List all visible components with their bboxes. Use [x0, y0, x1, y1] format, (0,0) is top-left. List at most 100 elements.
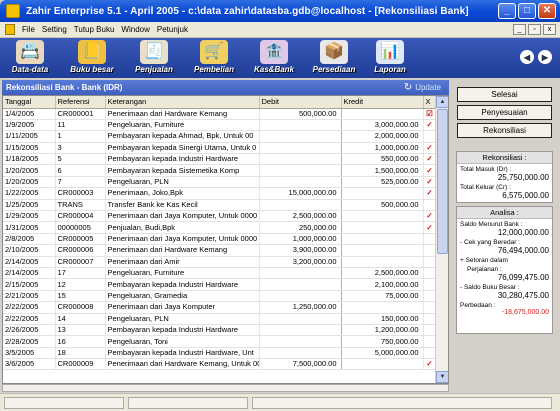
vertical-scrollbar[interactable]: ▲ ▼	[435, 96, 448, 383]
col-tanggal[interactable]: Tanggal	[3, 96, 56, 109]
cell-referensi: 16	[55, 335, 106, 348]
cell-tanggal: 2/14/2005	[3, 267, 56, 280]
table-row[interactable]: 1/22/2005 CR000003 Penerimaan, Joko,Bpk 15,…	[3, 187, 437, 200]
menu-app-icon[interactable]	[5, 24, 15, 35]
rekonsiliasi-button[interactable]: Rekonsiliasi	[457, 123, 552, 138]
table-row[interactable]: 2/14/2005 17 Pengeluaran, Furniture 2,500,0…	[3, 267, 437, 280]
cell-tanggal: 2/10/2005	[3, 244, 56, 257]
cell-kredit: 525,000.00	[341, 176, 424, 189]
cell-keterangan: Pembayaran kepada Ahmad, Bpk, Untuk 00	[105, 130, 260, 143]
cell-tanggal: 2/8/2005	[3, 233, 56, 246]
cell-keterangan: Penjualan, Budi,Bpk	[105, 221, 260, 234]
cell-debit	[258, 164, 342, 177]
table-row[interactable]: 1/29/2005 CR000004 Penerimaan dari Jaya Ko…	[3, 210, 437, 223]
maximize-button[interactable]: □	[518, 3, 536, 19]
table-row[interactable]: 2/14/2005 CR000007 Penerimaan dari Amir 3,2…	[3, 256, 437, 268]
cell-debit: 1,250,000.00	[258, 301, 342, 314]
cell-keterangan: Pengeluaran, Gramedia	[105, 290, 260, 303]
toolbar-pembelian[interactable]: 🛒 Pembelian	[188, 39, 240, 77]
child-restore-button[interactable]: ▫	[528, 24, 541, 35]
rekonsiliasi-title: Rekonsiliasi :	[457, 152, 552, 164]
table-row[interactable]: 1/20/2005 6 Pembayaran kepada Sistemetika …	[3, 164, 437, 177]
toolbar-laporan[interactable]: 📊 Laporan	[364, 39, 416, 77]
cell-debit: 250,000.00	[258, 221, 342, 234]
table-row[interactable]: 3/5/2005 18 Pembayaran kepada Industri Har…	[3, 347, 437, 360]
table-row[interactable]: 2/26/2005 13 Pembayaran kepada Industri Ha…	[3, 324, 437, 337]
penyesuaian-button[interactable]: Penyesuaian	[457, 105, 552, 120]
table-row[interactable]: 1/4/2005 CR000001 Penerimaan dari Hardware…	[3, 108, 437, 120]
close-button[interactable]: ✕	[538, 3, 556, 19]
table-row[interactable]: 1/18/2005 5 Pembayaran kepada Industri Har…	[3, 153, 437, 166]
cell-referensi: 00000005	[55, 221, 106, 234]
cell-keterangan: Pengeluaran, PLN	[105, 313, 260, 325]
cell-kredit: 2,000,000.00	[341, 130, 424, 143]
cell-referensi: 18	[55, 347, 106, 360]
cell-referensi: CR000001	[55, 108, 106, 120]
menu-tutup-buku[interactable]: Tutup Buku	[74, 25, 115, 34]
scroll-up-icon[interactable]: ▲	[436, 96, 448, 108]
cell-tanggal: 2/22/2005	[3, 301, 56, 314]
next-arrow-icon[interactable]: ▶	[538, 50, 552, 64]
scroll-thumb[interactable]	[437, 109, 448, 254]
table-row[interactable]: 1/15/2005 3 Pembayaran kepada Sinergi Utam…	[3, 142, 437, 155]
table-row[interactable]: 2/15/2005 12 Pembayaran kepada Industri Ha…	[3, 278, 437, 291]
col-debit[interactable]: Debit	[259, 96, 342, 109]
title-bar: Zahir Enterprise 5.1 - April 2005 - c:\d…	[0, 0, 560, 22]
menu-file[interactable]: File	[22, 25, 35, 34]
toolbar-buku-besar[interactable]: 📒 Buku besar	[66, 39, 118, 77]
reconciliation-grid: Tanggal Referensi Keterangan Debit Kredi…	[2, 95, 449, 384]
table-row[interactable]: 2/21/2005 15 Pengeluaran, Gramedia 75,000.0…	[3, 290, 437, 303]
minimize-button[interactable]: _	[498, 3, 516, 19]
table-row[interactable]: 3/6/2005 CR000009 Penerimaan dari Hardware…	[3, 358, 437, 371]
cell-kredit	[341, 233, 424, 246]
table-row[interactable]: 1/25/2005 TRANS Transfer Bank ke Kas Kecil…	[3, 199, 437, 212]
total-masuk-label: Total Masuk (Dr) :	[460, 166, 512, 173]
toolbar-kas-bank[interactable]: 🏦 Kas&Bank	[248, 39, 300, 77]
cell-keterangan: Penerimaan dari Jaya Komputer, Untuk 000…	[105, 210, 260, 223]
refresh-icon: ↻	[403, 82, 413, 93]
cell-keterangan: Pembayaran kepada Industri Hardware	[105, 324, 260, 337]
menu-petunjuk[interactable]: Petunjuk	[157, 25, 188, 34]
table-row[interactable]: 1/9/2005 11 Pengeluaran, Furniture 3,000,00…	[3, 119, 437, 132]
cell-kredit	[341, 187, 424, 200]
menu-setting[interactable]: Setting	[42, 25, 67, 34]
table-row[interactable]: 2/10/2005 CR000006 Penerimaan dari Hardwar…	[3, 244, 437, 257]
cell-debit: 3,200,000.00	[258, 256, 342, 268]
update-link[interactable]: ↻ Update	[404, 82, 441, 93]
child-close-button[interactable]: x	[543, 24, 556, 35]
selesai-button[interactable]: Selesai	[457, 87, 552, 102]
cell-keterangan: Penerimaan dari Jaya Komputer, Untuk 000…	[105, 233, 260, 246]
table-row[interactable]: 1/31/2005 00000005 Penjualan, Budi,Bpk 250,…	[3, 221, 437, 234]
toolbar-penjualan[interactable]: 🧾 Penjualan	[128, 39, 180, 77]
toolbar-data-data[interactable]: 📇 Data-data	[4, 39, 56, 77]
cell-tanggal: 1/25/2005	[3, 199, 56, 212]
cell-debit	[258, 324, 342, 337]
sales-icon: 🧾	[140, 40, 168, 64]
table-row[interactable]: 2/22/2005 14 Pengeluaran, PLN 150,000.00	[3, 313, 437, 325]
horizontal-scrollbar[interactable]	[2, 384, 449, 392]
table-row[interactable]: 2/22/2005 CR000008 Penerimaan dari Jaya Ko…	[3, 301, 437, 314]
cell-debit: 3,900,000.00	[258, 244, 342, 257]
toolbar-label: Persediaan	[312, 65, 356, 74]
col-keterangan[interactable]: Keterangan	[105, 96, 260, 109]
menu-window[interactable]: Window	[121, 25, 149, 34]
col-referensi[interactable]: Referensi	[55, 96, 106, 109]
saldo-bank-label: Saldo Menurut Bank :	[460, 221, 523, 228]
cell-debit: 500,000.00	[258, 108, 342, 120]
table-row[interactable]: 1/20/2005 7 Pengeluaran, PLN 525,000.00 ✓	[3, 176, 437, 189]
cell-keterangan: Pembayaran kepada Industri Hardware	[105, 153, 260, 166]
saldo-buku-label: - Saldo Buku Besar :	[460, 284, 520, 291]
table-row[interactable]: 2/8/2005 CR000005 Penerimaan dari Jaya Kom…	[3, 233, 437, 246]
toolbar-persediaan[interactable]: 📦 Persediaan	[308, 39, 360, 77]
table-row[interactable]: 2/28/2005 16 Pengeluaran, Toni 750,000.00	[3, 335, 437, 348]
cell-tanggal: 2/21/2005	[3, 290, 56, 303]
cell-kredit	[341, 358, 424, 371]
cell-tanggal: 1/20/2005	[3, 176, 56, 189]
cell-keterangan: Pengeluaran, Furniture	[105, 119, 260, 132]
col-kredit[interactable]: Kredit	[341, 96, 424, 109]
child-minimize-button[interactable]: _	[513, 24, 526, 35]
table-row[interactable]: 1/11/2005 1 Pembayaran kepada Ahmad, Bpk, …	[3, 130, 437, 143]
prev-arrow-icon[interactable]: ◀	[520, 50, 534, 64]
toolbar-nav: ◀ ▶	[520, 50, 552, 64]
scroll-down-icon[interactable]: ▼	[436, 371, 448, 383]
